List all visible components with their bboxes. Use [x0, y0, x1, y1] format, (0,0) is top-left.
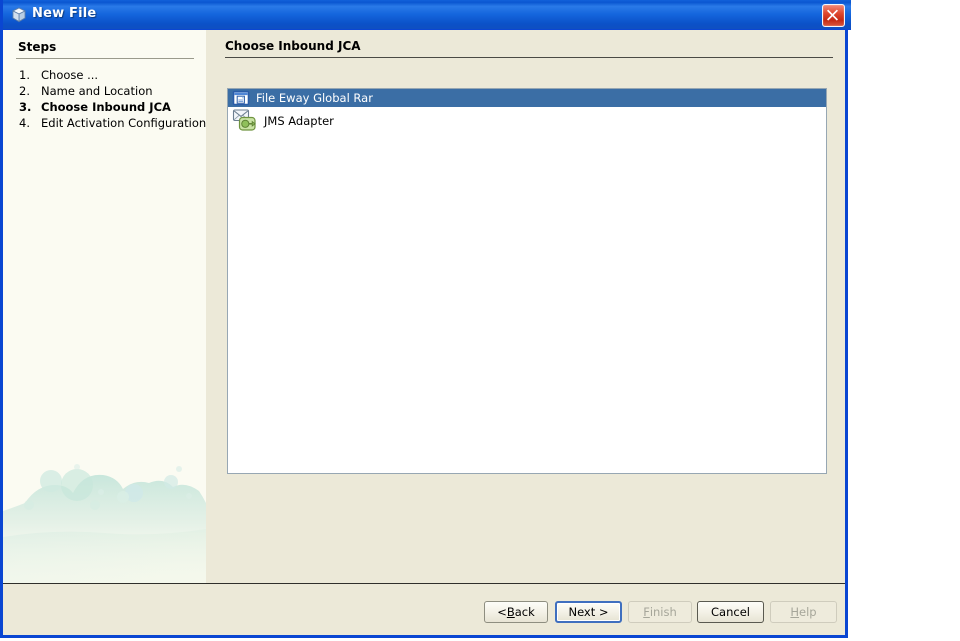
page-title: Choose Inbound JCA [225, 39, 361, 53]
next-button[interactable]: Next > [555, 601, 622, 623]
back-button-mnemonic: B [506, 605, 515, 619]
list-item[interactable]: JMS Adapter [228, 107, 826, 134]
close-icon[interactable] [822, 4, 845, 27]
bubbles-decoration [3, 464, 206, 583]
next-button-label-post: ext > [577, 605, 609, 619]
steps-heading: Steps [18, 40, 57, 54]
content-pane: Choose Inbound JCA File Eway Global Rar … [206, 30, 845, 583]
finish-button: Finish [628, 601, 692, 623]
steps-heading-rule [16, 58, 194, 59]
button-bar: < Back Next > Finish Cancel Help [3, 584, 845, 635]
step-number: 2. [19, 84, 30, 98]
finish-button-label-post: inish [649, 605, 677, 619]
jms-adapter-icon [232, 108, 258, 134]
steps-list: 1. Choose ... 2. Name and Location 3. Ch… [3, 68, 206, 132]
dialog-body: Steps 1. Choose ... 2. Name and Location… [3, 30, 845, 635]
window-title: New File [32, 6, 97, 21]
list-item-label: File Eway Global Rar [256, 91, 373, 105]
step-item-1: 1. Choose ... [3, 68, 206, 84]
help-button-mnemonic: H [790, 605, 800, 619]
step-label: Name and Location [41, 84, 153, 98]
jca-list[interactable]: File Eway Global Rar JMS Adapter [227, 88, 827, 474]
step-item-3: 3. Choose Inbound JCA [3, 100, 206, 116]
help-button-label-post: elp [799, 605, 817, 619]
step-label: Edit Activation Configuration [41, 116, 206, 130]
page-title-rule [225, 57, 833, 58]
back-button-label-post: ack [514, 605, 535, 619]
back-button[interactable]: < Back [484, 601, 548, 623]
step-item-2: 2. Name and Location [3, 84, 206, 100]
step-item-4: 4. Edit Activation Configuration [3, 116, 206, 132]
step-label: Choose Inbound JCA [41, 100, 171, 114]
finish-button-mnemonic: F [643, 605, 650, 619]
next-button-mnemonic: N [568, 605, 578, 619]
step-number: 4. [19, 116, 30, 130]
cancel-button-label-post: ancel [719, 605, 750, 619]
step-number: 1. [19, 68, 30, 82]
list-item-label: JMS Adapter [264, 113, 334, 128]
list-item[interactable]: File Eway Global Rar [228, 89, 826, 107]
step-number: 3. [19, 100, 32, 114]
title-bar[interactable]: New File [3, 0, 851, 30]
document-window-icon [232, 89, 250, 107]
cancel-button[interactable]: Cancel [697, 601, 764, 623]
cube-icon [11, 7, 27, 23]
step-label: Choose ... [41, 68, 99, 82]
new-file-dialog: New File Steps 1. Choose ... 2. Name and… [0, 0, 851, 638]
back-button-label-pre: < [497, 605, 507, 619]
steps-sidebar: Steps 1. Choose ... 2. Name and Location… [3, 30, 206, 583]
cancel-button-mnemonic: C [711, 605, 720, 619]
help-button: Help [770, 601, 837, 623]
